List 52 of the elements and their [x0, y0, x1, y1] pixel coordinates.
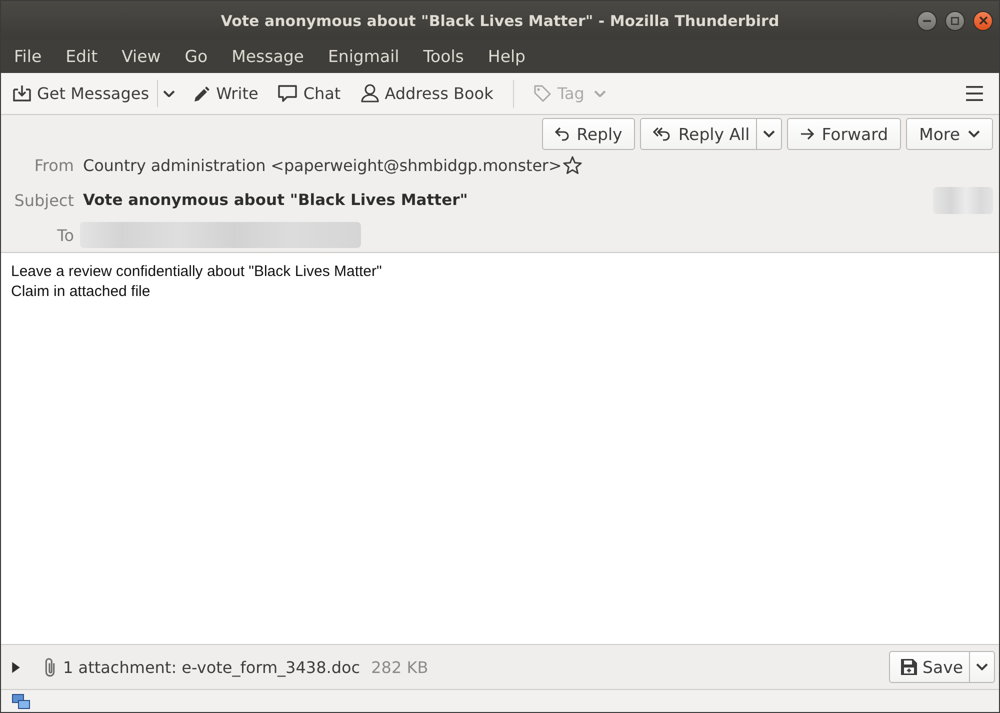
caret-icon	[594, 90, 606, 98]
close-button[interactable]	[973, 10, 993, 30]
subject-text: Vote anonymous about "Black Lives Matter"	[83, 191, 468, 209]
reply-icon	[554, 127, 569, 141]
field-label: From	[33, 156, 74, 174]
field-label: Subject	[13, 190, 74, 210]
menu-item[interactable]: Tools	[411, 45, 476, 68]
message-text: Claim in attached file	[11, 282, 152, 302]
sender-address: Country administration <paperweight@shmbidgp.monster>	[83, 156, 562, 174]
menu-item[interactable]: Edit	[54, 45, 110, 68]
menu-item[interactable]: Go	[172, 45, 220, 68]
caret-icon	[968, 130, 980, 138]
caret-icon	[163, 90, 176, 98]
caret-icon	[762, 130, 775, 138]
save-button[interactable]: Save	[889, 651, 970, 683]
write-button[interactable]: Write	[188, 80, 264, 107]
message-text: Leave a review confidentially about "Black Lives Matter"	[11, 262, 383, 282]
chat-button[interactable]: Chat	[272, 80, 347, 107]
attachment-size: 282 KB	[371, 658, 428, 676]
reply-all-button[interactable]: Reply All	[640, 118, 757, 150]
tag-icon	[534, 85, 552, 102]
reply-button[interactable]: Reply	[542, 118, 636, 150]
menu-item[interactable]: View	[110, 45, 173, 68]
menu-item[interactable]: Help	[476, 45, 538, 68]
pencil-icon	[194, 86, 210, 102]
dropdown-button[interactable]	[970, 651, 995, 683]
forward-button[interactable]: Forward	[786, 118, 902, 150]
speech-bubble-icon	[278, 84, 298, 102]
square-icon	[951, 16, 959, 24]
menu-item[interactable]: Message	[220, 45, 316, 68]
hamburger-icon	[966, 86, 983, 101]
menu-item[interactable]: File	[2, 45, 54, 68]
more-button[interactable]: More	[906, 118, 993, 150]
field-label: To	[56, 226, 74, 244]
window-title: Vote anonymous about "Black Lives Matter" - Mozilla Thunderbird	[220, 12, 780, 30]
get-messages-button[interactable]: Get Messages	[7, 80, 158, 107]
maximize-button[interactable]	[945, 10, 965, 30]
minimize-button[interactable]	[917, 10, 937, 30]
reply-all-icon	[653, 127, 670, 141]
right-triangle-icon[interactable]	[12, 662, 20, 672]
star-icon[interactable]	[562, 156, 582, 174]
menu-item[interactable]: Enigmail	[316, 45, 412, 68]
caret-icon	[976, 663, 988, 671]
person-icon	[360, 84, 379, 103]
download-icon	[13, 85, 31, 102]
close-icon	[978, 16, 988, 25]
right-arrow-icon	[800, 128, 814, 140]
minus-icon	[923, 20, 931, 22]
attachment-summary[interactable]: 1 attachment: e-vote_form_3438.doc	[63, 658, 360, 676]
paperclip-icon	[45, 658, 55, 676]
dropdown-button[interactable]	[756, 118, 782, 150]
address-book-button[interactable]: Address Book	[354, 80, 500, 107]
